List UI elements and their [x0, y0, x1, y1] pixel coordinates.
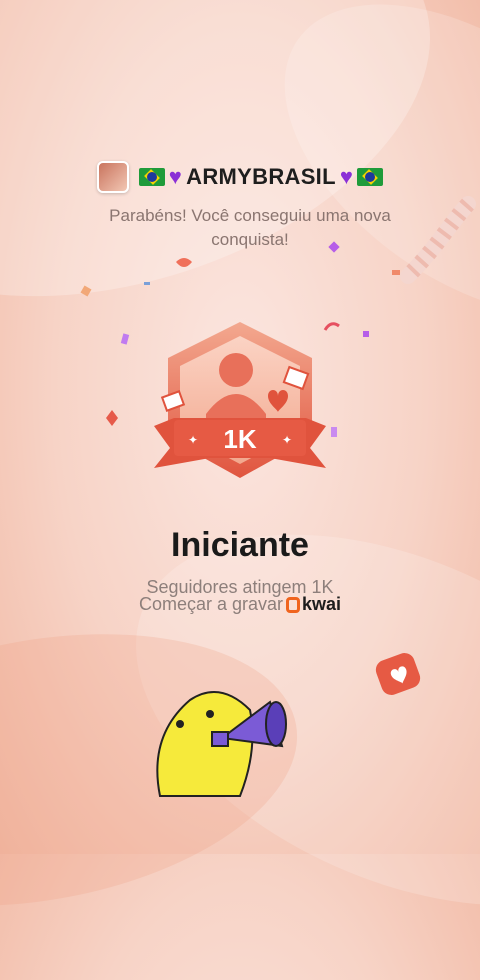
svg-text:✦: ✦	[188, 433, 198, 447]
start-recording-link[interactable]: Começar a gravar kwai	[0, 594, 480, 615]
user-header: ♥ ARMYBRASIL ♥	[0, 160, 480, 194]
brazil-flag-icon	[138, 168, 165, 186]
achievement-title: Iniciante	[171, 526, 309, 564]
congrats-line-1: Parabéns! Você conseguiu uma nova	[109, 206, 391, 225]
badge-label: 1K	[223, 424, 256, 454]
kwai-icon	[286, 596, 301, 613]
mascot-megaphone-icon	[156, 691, 287, 797]
purple-heart-icon: ♥	[339, 164, 354, 189]
purple-heart-icon: ♥	[168, 164, 183, 189]
svg-text:✦: ✦	[282, 433, 292, 447]
avatar[interactable]	[96, 161, 129, 193]
cta-text: Começar a gravar	[138, 594, 284, 614]
like-heart-icon[interactable]	[374, 650, 424, 698]
achievement-badge: 1K ✦ ✦	[154, 322, 326, 478]
username: ARMYBRASIL	[186, 164, 336, 189]
username-row: ♥ ARMYBRASIL ♥	[138, 164, 384, 190]
congrats-line-2: conquista!	[211, 230, 289, 249]
brand-name: kwai	[302, 594, 342, 614]
kwai-logo: kwai	[286, 594, 341, 615]
brazil-flag-icon	[357, 168, 384, 186]
congrats-message: Parabéns! Você conseguiu uma nova conqui…	[80, 204, 420, 252]
